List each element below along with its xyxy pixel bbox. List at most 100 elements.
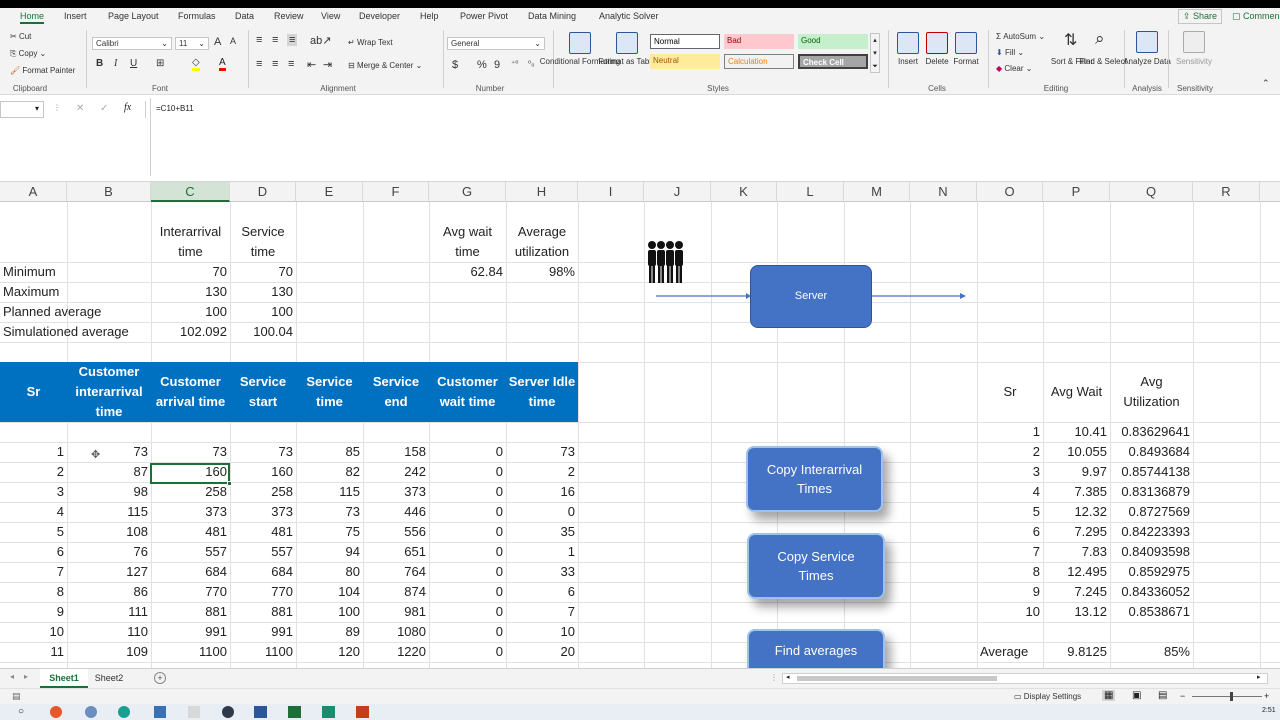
results-cell[interactable]: 9 [977,582,1043,602]
results-cell[interactable]: 0.84223393 [1110,522,1193,542]
sim-cell[interactable]: 86 [67,582,151,602]
sim-cell[interactable]: 0 [429,602,506,622]
sim-cell[interactable]: 0 [429,482,506,502]
sim-cell[interactable]: 6 [0,542,67,562]
sim-cell[interactable]: 120 [296,642,363,662]
fill-color-icon[interactable]: ◇ [192,57,200,71]
format-cells-label[interactable]: Format [953,57,978,66]
sim-cell[interactable]: 0 [429,442,506,462]
sensitivity-icon[interactable] [1183,31,1205,53]
font-color-icon[interactable]: A [219,57,226,71]
column-header-g[interactable]: G [429,182,506,202]
summary-label[interactable]: Simulationed average [0,322,151,342]
summary-cell[interactable]: 70 [151,262,230,282]
sim-cell[interactable]: 481 [151,522,230,542]
delete-cells-label[interactable]: Delete [925,57,948,66]
sim-cell[interactable]: 98 [67,482,151,502]
sim-cell[interactable]: 258 [151,482,230,502]
column-header-h[interactable]: H [506,182,578,202]
summary-label[interactable]: Planned average [0,302,151,322]
name-box[interactable]: ▾ [0,101,44,118]
sim-cell[interactable]: 10 [0,622,67,642]
results-cell[interactable]: 0.84336052 [1110,582,1193,602]
sim-cell[interactable]: 73 [67,442,151,462]
sim-cell[interactable]: 0 [429,582,506,602]
check-icon[interactable]: ✓ [100,103,108,114]
results-cell[interactable]: 10.055 [1043,442,1110,462]
column-header-l[interactable]: L [777,182,844,202]
sim-cell[interactable]: 85 [296,442,363,462]
column-header-j[interactable]: J [644,182,711,202]
sim-cell[interactable]: 481 [230,522,296,542]
summary-cell[interactable]: 70 [230,262,296,282]
sim-cell[interactable]: 7 [506,602,578,622]
add-sheet-icon[interactable]: + [154,672,166,684]
style-good[interactable]: Good [798,34,868,49]
style-calculation[interactable]: Calculation [724,54,794,69]
sim-cell[interactable]: 1220 [363,642,429,662]
zoom-slider-thumb[interactable] [1230,692,1233,701]
column-header-q[interactable]: Q [1110,182,1193,202]
search-icon[interactable]: ⌕ [1095,29,1105,49]
autosum-button[interactable]: Σ AutoSum ⌄ [996,32,1045,41]
sim-cell[interactable]: 0 [429,622,506,642]
results-cell[interactable]: 0.83629641 [1110,422,1193,442]
copy-service-button[interactable]: Copy Service Times [747,533,885,599]
summary-cell[interactable]: 130 [230,282,296,302]
merge-center-button[interactable]: ⊟ Merge & Center ⌄ [348,61,422,70]
sheet-tab-sheet1[interactable]: Sheet1 [40,669,88,688]
column-header-o[interactable]: O [977,182,1043,202]
sim-cell[interactable]: 94 [296,542,363,562]
cancel-icon[interactable]: ✕ [76,103,84,114]
results-cell[interactable]: 0.8538671 [1110,602,1193,622]
sim-cell[interactable]: 87 [67,462,151,482]
sim-cell[interactable]: 1100 [230,642,296,662]
delete-cells-icon[interactable] [926,32,948,54]
tab-developer[interactable]: Developer [359,11,400,21]
collapse-ribbon-icon[interactable]: ⌃ [1262,78,1270,89]
more-options-icon[interactable]: ⋮ [53,103,61,112]
summary-cell[interactable]: 100 [151,302,230,322]
powerpoint-icon[interactable] [356,706,369,718]
sim-cell[interactable]: 373 [230,502,296,522]
comments-button[interactable]: ▢ Commen [1232,11,1280,22]
sim-cell[interactable]: 73 [296,502,363,522]
orientation-icon[interactable]: ab↗ [310,34,331,47]
decrease-indent-icon[interactable]: ⇤ [307,58,316,71]
sim-cell[interactable]: 991 [151,622,230,642]
font-size-select[interactable]: 11 ⌄ [175,37,209,50]
sim-cell[interactable]: 115 [67,502,151,522]
sim-cell[interactable]: 109 [67,642,151,662]
results-cell[interactable]: 2 [977,442,1043,462]
tab-insert[interactable]: Insert [64,11,87,21]
sim-cell[interactable]: 75 [296,522,363,542]
sim-cell[interactable]: 0 [429,542,506,562]
app-icon[interactable] [322,706,335,718]
results-cell[interactable]: 12.495 [1043,562,1110,582]
tab-analytic-solver[interactable]: Analytic Solver [599,11,659,21]
summary-label[interactable]: Maximum [0,282,151,302]
column-header-c[interactable]: C [151,182,230,202]
tab-view[interactable]: View [321,11,340,21]
app-icon[interactable] [154,706,166,718]
currency-button[interactable]: $ [452,59,458,71]
column-header-k[interactable]: K [711,182,777,202]
sim-cell[interactable]: 684 [151,562,230,582]
sim-cell[interactable]: 127 [67,562,151,582]
increase-indent-icon[interactable]: ⇥ [323,58,332,71]
column-header-r[interactable]: R [1193,182,1260,202]
sim-cell[interactable]: 0 [429,462,506,482]
results-sr-header[interactable]: Sr [977,382,1043,402]
sim-cell[interactable]: 89 [296,622,363,642]
comma-button[interactable]: 9 [494,59,500,71]
format-painter-button[interactable]: 🖌 Format Painter [10,66,75,75]
conditional-formatting-icon[interactable] [569,32,591,54]
sim-cell[interactable]: 684 [230,562,296,582]
tab-help[interactable]: Help [420,11,439,21]
results-cell[interactable]: 10.41 [1043,422,1110,442]
sim-cell[interactable]: 651 [363,542,429,562]
sim-cell[interactable]: 6 [506,582,578,602]
analyze-data-icon[interactable] [1136,31,1158,53]
align-top-icon[interactable]: ≡ [256,34,262,46]
sim-cell[interactable]: 764 [363,562,429,582]
